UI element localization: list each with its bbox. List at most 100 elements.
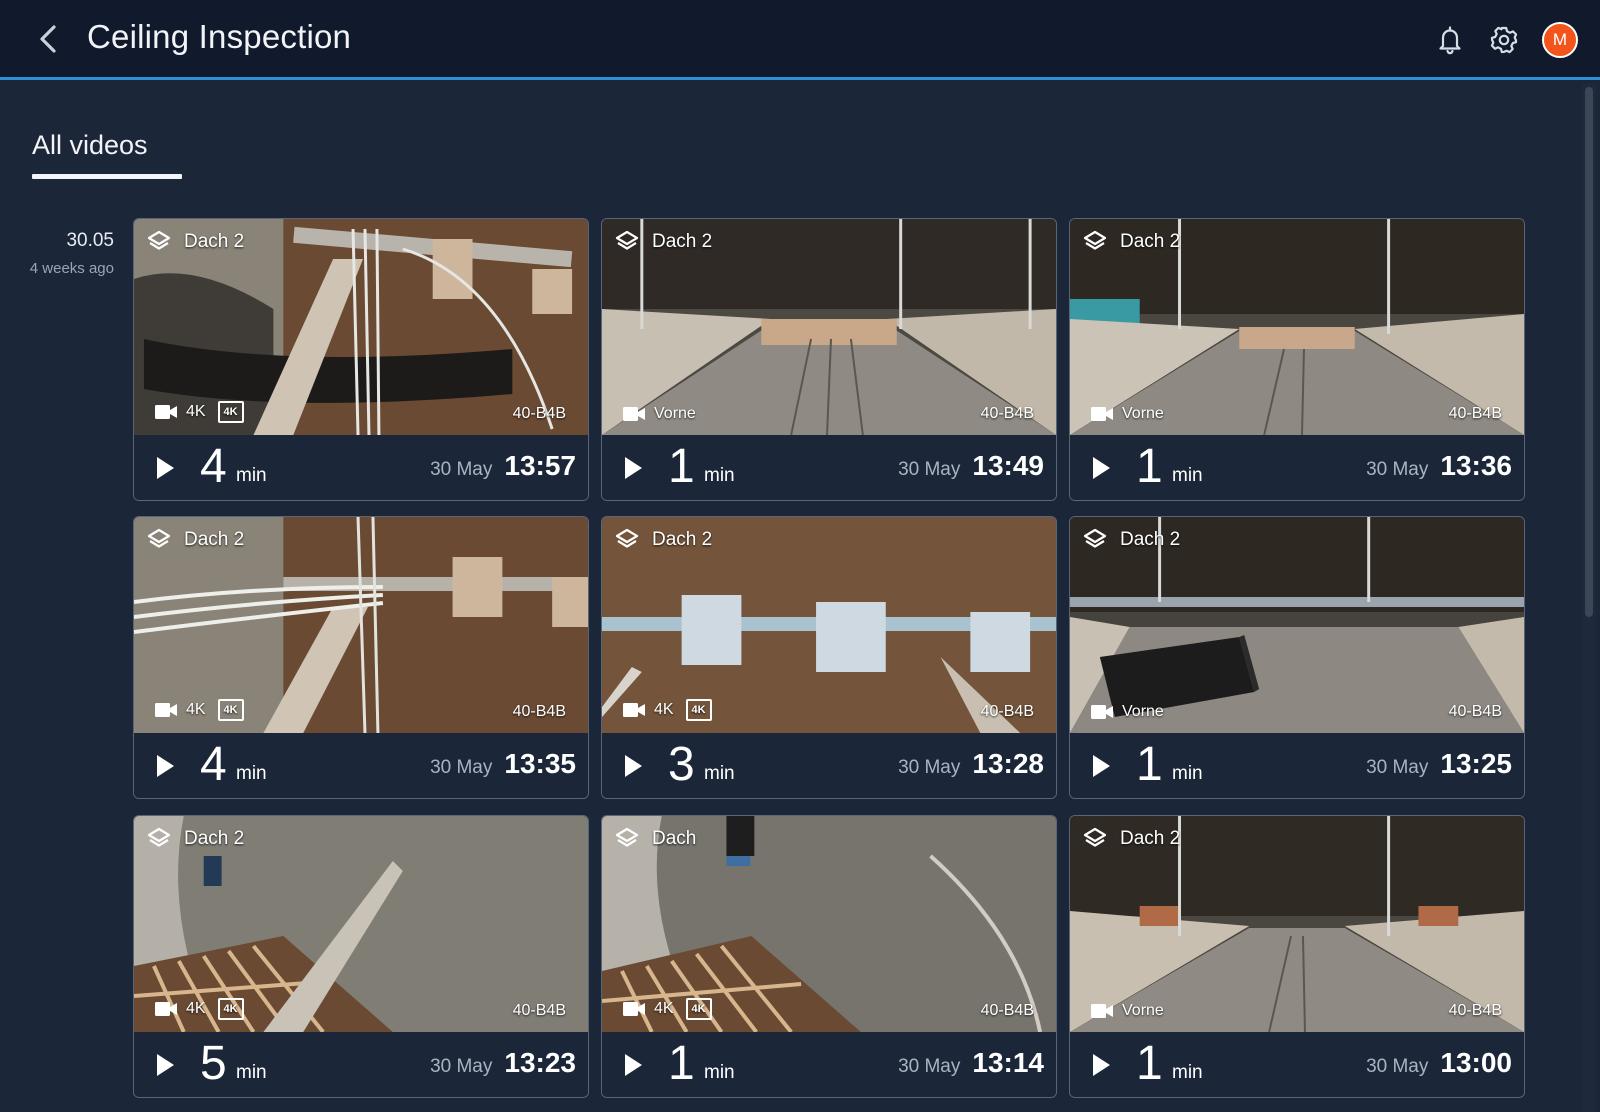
video-thumbnail[interactable]: Dach 2 Vorne 40-B4B xyxy=(1070,816,1524,1032)
camera-label: Vorne xyxy=(1122,1002,1164,1019)
video-thumbnail[interactable]: Dach 2 4K 4K 40-B4B xyxy=(602,517,1056,733)
4k-badge: 4K xyxy=(217,699,244,721)
video-card[interactable]: Dach 2 4K 4K 40-B4B 4 min 30 May 13:57 xyxy=(133,218,589,501)
location-label: Dach 2 xyxy=(1120,231,1181,252)
video-card[interactable]: Dach 4K 4K 40-B4B 1 min 30 May 13:14 xyxy=(601,815,1057,1098)
back-button[interactable] xyxy=(30,20,66,58)
layers-icon xyxy=(147,528,171,548)
active-tab-indicator xyxy=(32,174,182,179)
duration-unit: min xyxy=(236,1062,267,1083)
settings-button[interactable] xyxy=(1484,20,1524,60)
recorded-at: 30 May 13:25 xyxy=(1366,748,1512,780)
camera-info: Vorne xyxy=(1090,1002,1164,1020)
video-camera-icon xyxy=(623,1002,645,1016)
video-thumbnail[interactable]: Dach 2 Vorne 40-B4B xyxy=(1070,219,1524,435)
play-icon xyxy=(1093,1054,1110,1076)
top-app-bar: Ceiling Inspection M xyxy=(0,0,1600,80)
recorded-at: 30 May 13:57 xyxy=(430,450,576,482)
video-camera-icon xyxy=(155,1002,177,1016)
recorded-day: 30 May xyxy=(430,459,493,480)
video-card[interactable]: Dach 2 Vorne 40-B4B 1 min 30 May 13:36 xyxy=(1069,218,1525,501)
video-info-bar: 4 min 30 May 13:57 xyxy=(134,435,588,500)
user-avatar[interactable]: M xyxy=(1542,22,1578,58)
duration-value: 5 xyxy=(200,1037,227,1090)
video-info-bar: 1 min 30 May 13:49 xyxy=(602,435,1056,500)
4k-badge: 4K xyxy=(685,699,712,721)
video-camera-icon xyxy=(155,703,177,717)
duration-unit: min xyxy=(1172,763,1203,784)
recorded-time: 13:00 xyxy=(1440,1047,1512,1078)
4k-badge: 4K xyxy=(217,401,244,423)
layers-icon xyxy=(147,827,171,847)
layers-icon xyxy=(147,230,171,250)
location-tag: Dach 2 xyxy=(1082,826,1180,852)
video-card[interactable]: Dach 2 Vorne 40-B4B 1 min 30 May 13:25 xyxy=(1069,516,1525,799)
duration-value: 1 xyxy=(668,1037,695,1090)
camera-label: 4K xyxy=(654,1000,674,1017)
video-camera-icon xyxy=(155,405,177,419)
tab-all-videos[interactable]: All videos xyxy=(32,130,148,161)
location-tag: Dach 2 xyxy=(146,826,244,852)
video-info-bar: 5 min 30 May 13:23 xyxy=(134,1032,588,1097)
duration-unit: min xyxy=(704,465,735,486)
video-card[interactable]: Dach 2 Vorne 40-B4B 1 min 30 May 13:49 xyxy=(601,218,1057,501)
duration-unit: min xyxy=(1172,1062,1203,1083)
video-card[interactable]: Dach 2 4K 4K 40-B4B 3 min 30 May 13:28 xyxy=(601,516,1057,799)
video-info-bar: 1 min 30 May 13:25 xyxy=(1070,733,1524,798)
recorded-at: 30 May 13:36 xyxy=(1366,450,1512,482)
recorded-day: 30 May xyxy=(898,1056,961,1077)
recorded-time: 13:23 xyxy=(504,1047,576,1078)
location-tag: Dach xyxy=(614,826,696,852)
camera-label: 4K xyxy=(186,701,206,718)
layers-icon xyxy=(615,827,639,847)
duration-value: 1 xyxy=(1136,738,1163,791)
location-tag: Dach 2 xyxy=(146,229,244,255)
scrollbar-thumb[interactable] xyxy=(1585,87,1593,617)
device-code: 40-B4B xyxy=(980,1002,1034,1019)
device-code: 40-B4B xyxy=(1448,703,1502,720)
location-tag: Dach 2 xyxy=(614,527,712,553)
play-icon xyxy=(157,755,174,777)
camera-label: Vorne xyxy=(1122,703,1164,720)
play-icon xyxy=(157,457,174,479)
location-label: Dach 2 xyxy=(184,231,245,252)
recorded-day: 30 May xyxy=(430,1056,493,1077)
device-code: 40-B4B xyxy=(1448,405,1502,422)
camera-info: Vorne xyxy=(1090,703,1164,721)
play-icon xyxy=(625,755,642,777)
video-camera-icon xyxy=(1091,1004,1113,1018)
camera-info: Vorne xyxy=(1090,405,1164,423)
duration-unit: min xyxy=(236,465,267,486)
4k-badge: 4K xyxy=(217,998,244,1020)
notifications-button[interactable] xyxy=(1430,20,1470,60)
location-label: Dach xyxy=(652,828,697,849)
camera-info: 4K 4K xyxy=(154,998,244,1020)
video-card[interactable]: Dach 2 Vorne 40-B4B 1 min 30 May 13:00 xyxy=(1069,815,1525,1098)
duration-value: 1 xyxy=(1136,1037,1163,1090)
video-card[interactable]: Dach 2 4K 4K 40-B4B 5 min 30 May 13:23 xyxy=(133,815,589,1098)
video-thumbnail[interactable]: Dach 2 Vorne 40-B4B xyxy=(602,219,1056,435)
scrollbar[interactable] xyxy=(1582,83,1596,1112)
recorded-at: 30 May 13:35 xyxy=(430,748,576,780)
duration-unit: min xyxy=(1172,465,1203,486)
video-thumbnail[interactable]: Dach 2 4K 4K 40-B4B xyxy=(134,816,588,1032)
video-card[interactable]: Dach 2 4K 4K 40-B4B 4 min 30 May 13:35 xyxy=(133,516,589,799)
recorded-time: 13:35 xyxy=(504,748,576,779)
video-info-bar: 1 min 30 May 13:36 xyxy=(1070,435,1524,500)
bell-icon xyxy=(1439,26,1461,55)
recorded-day: 30 May xyxy=(1366,757,1429,778)
recorded-time: 13:28 xyxy=(972,748,1044,779)
recorded-at: 30 May 13:23 xyxy=(430,1047,576,1079)
camera-label: 4K xyxy=(186,1000,206,1017)
video-thumbnail[interactable]: Dach 2 4K 4K 40-B4B xyxy=(134,219,588,435)
video-thumbnail[interactable]: Dach 2 4K 4K 40-B4B xyxy=(134,517,588,733)
video-thumbnail[interactable]: Dach 4K 4K 40-B4B xyxy=(602,816,1056,1032)
play-icon xyxy=(625,457,642,479)
location-tag: Dach 2 xyxy=(1082,229,1180,255)
duration-value: 1 xyxy=(1136,440,1163,493)
video-info-bar: 1 min 30 May 13:14 xyxy=(602,1032,1056,1097)
video-thumbnail[interactable]: Dach 2 Vorne 40-B4B xyxy=(1070,517,1524,733)
recorded-at: 30 May 13:00 xyxy=(1366,1047,1512,1079)
location-label: Dach 2 xyxy=(1120,828,1181,849)
page-title: Ceiling Inspection xyxy=(87,18,352,55)
